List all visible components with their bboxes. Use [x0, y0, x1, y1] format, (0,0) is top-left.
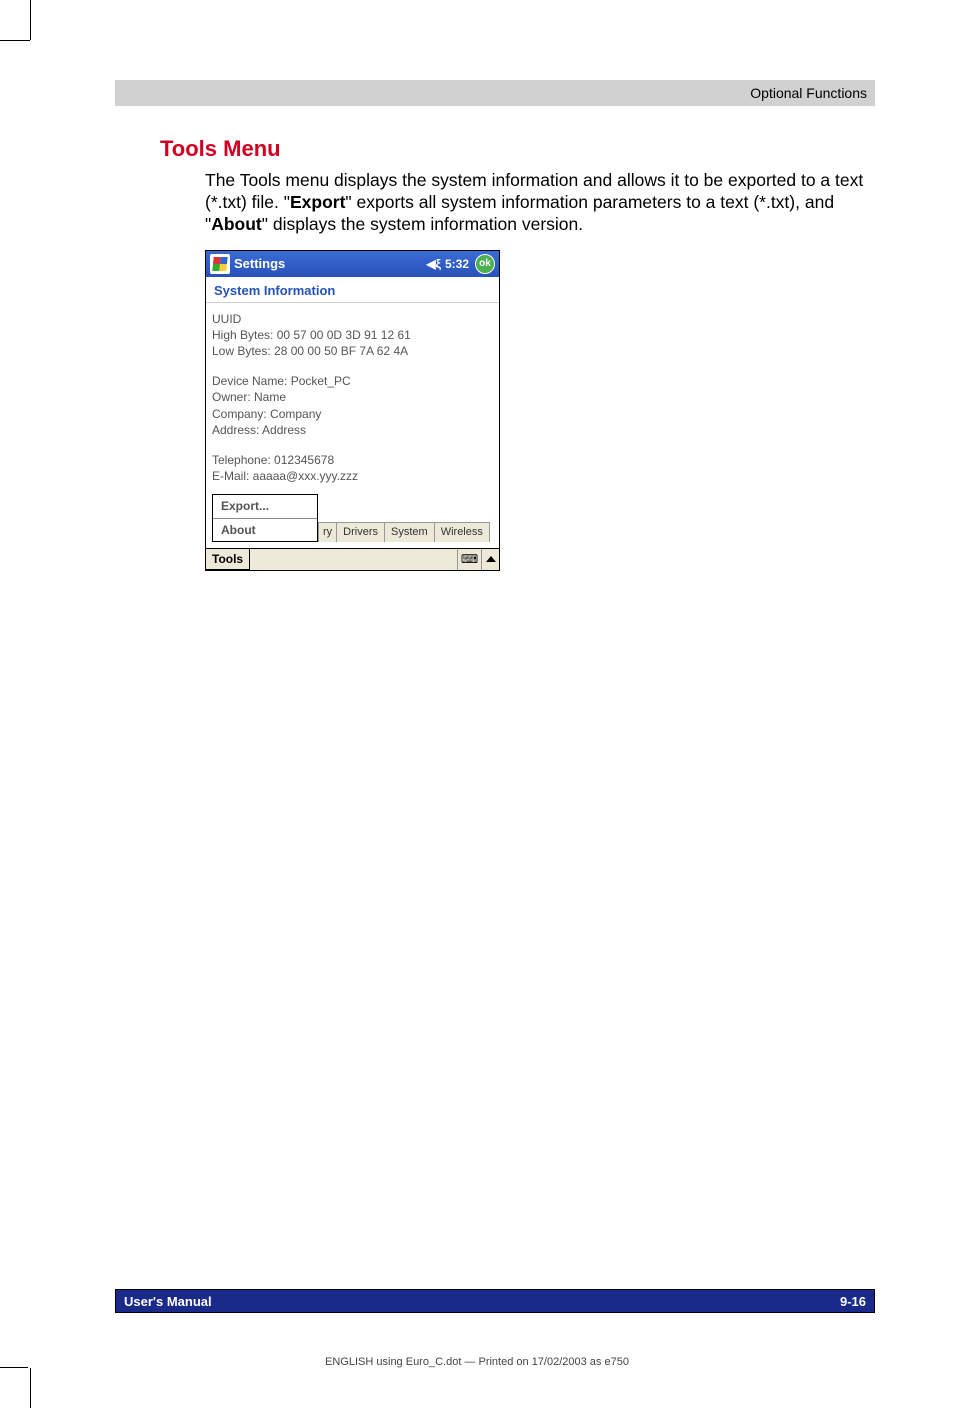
- export-keyword: Export: [290, 192, 345, 212]
- app-title: System Information: [206, 277, 499, 303]
- taskbar: Tools ⌨: [206, 548, 499, 570]
- page-content: Optional Functions Tools Menu The Tools …: [115, 80, 875, 571]
- menu-export[interactable]: Export...: [213, 495, 317, 518]
- ok-button[interactable]: ok: [475, 254, 495, 274]
- about-keyword: About: [211, 214, 262, 234]
- crop-mark: [30, 1368, 31, 1408]
- email: E-Mail: aaaaa@xxx.yyy.zzz: [212, 468, 493, 484]
- device-name: Device Name: Pocket_PC: [212, 373, 493, 389]
- taskbar-spacer: [250, 549, 457, 570]
- menu-about[interactable]: About: [213, 519, 317, 541]
- speaker-icon[interactable]: ◀ξ: [426, 257, 441, 271]
- footer-bar: User's Manual 9-16: [115, 1289, 875, 1313]
- intro-paragraph: The Tools menu displays the system infor…: [205, 170, 865, 236]
- footer-left: User's Manual: [124, 1294, 212, 1309]
- info-panel: UUID High Bytes: 00 57 00 0D 3D 91 12 61…: [206, 303, 499, 548]
- header-section-label: Optional Functions: [750, 85, 867, 101]
- uuid-label: UUID: [212, 311, 493, 327]
- company: Company: Company: [212, 406, 493, 422]
- tools-button[interactable]: Tools: [206, 549, 250, 570]
- address: Address: Address: [212, 422, 493, 438]
- titlebar: Settings ◀ξ 5:32 ok: [206, 251, 499, 277]
- print-info: ENGLISH using Euro_C.dot — Printed on 17…: [0, 1356, 954, 1368]
- keyboard-icon[interactable]: ⌨: [457, 549, 481, 570]
- crop-mark: [0, 40, 30, 41]
- clock[interactable]: 5:32: [445, 257, 469, 271]
- tab-system[interactable]: System: [384, 522, 435, 542]
- crop-mark: [30, 0, 31, 40]
- uuid-high: High Bytes: 00 57 00 0D 3D 91 12 61: [212, 327, 493, 343]
- screenshot-window: Settings ◀ξ 5:32 ok System Information U…: [205, 250, 500, 571]
- uuid-low: Low Bytes: 28 00 00 50 BF 7A 62 4A: [212, 343, 493, 359]
- owner: Owner: Name: [212, 389, 493, 405]
- section-heading: Tools Menu: [160, 136, 875, 162]
- window-title: Settings: [234, 256, 426, 271]
- up-arrow-icon[interactable]: [481, 549, 499, 570]
- tab-drivers[interactable]: Drivers: [336, 522, 385, 542]
- tab-ry[interactable]: ry: [318, 522, 337, 542]
- text-part: " displays the system information versio…: [262, 214, 583, 234]
- header-bar: Optional Functions: [115, 80, 875, 106]
- windows-logo-icon[interactable]: [210, 254, 230, 274]
- footer-right: 9-16: [840, 1294, 866, 1309]
- tools-menu-popup: Export... About: [212, 494, 318, 541]
- tab-wireless[interactable]: Wireless: [434, 522, 490, 542]
- telephone: Telephone: 012345678: [212, 452, 493, 468]
